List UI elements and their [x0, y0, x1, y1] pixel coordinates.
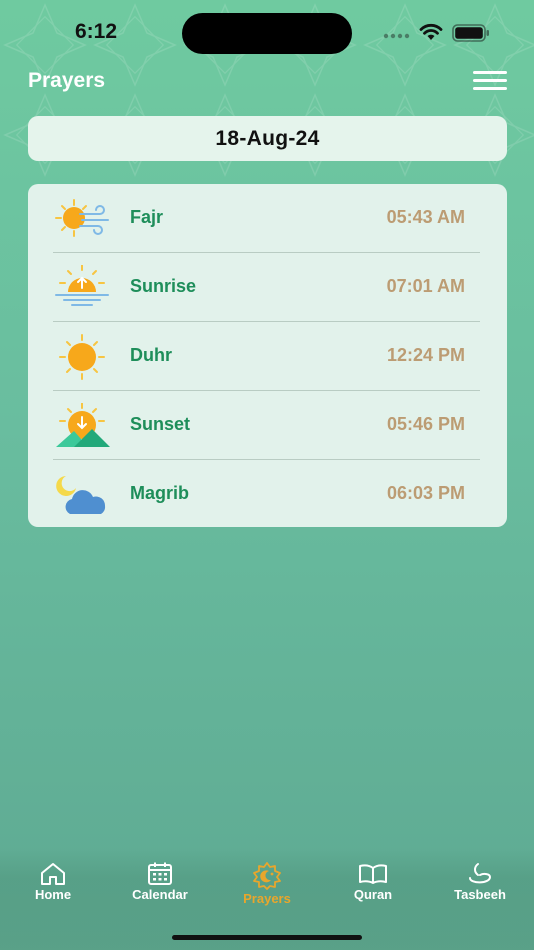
prayer-row-magrib: Magrib 06:03 PM	[28, 460, 507, 529]
tab-label: Calendar	[132, 887, 188, 902]
dynamic-island	[182, 13, 352, 54]
tab-calendar[interactable]: Calendar	[120, 862, 200, 902]
tab-label: Home	[34, 887, 72, 902]
home-indicator	[172, 935, 362, 940]
menu-line-icon	[473, 79, 507, 82]
sunrise-icon	[55, 265, 109, 306]
prayer-time: 12:24 PM	[386, 345, 465, 365]
prayer-name: Duhr	[130, 345, 172, 365]
date-text: 18-Aug-24	[215, 126, 320, 150]
prayer-time: 05:46 PM	[386, 414, 465, 434]
tab-label: Prayers	[243, 891, 291, 906]
prayer-name: Sunrise	[130, 276, 197, 296]
date-selector[interactable]: 18-Aug-24	[28, 116, 507, 161]
mosque-icon	[253, 862, 281, 890]
status-time: 6:12	[75, 20, 118, 43]
tab-label: Quran	[353, 887, 393, 902]
tasbeeh-icon	[469, 863, 492, 884]
page-title: Prayers	[28, 69, 106, 92]
prayer-time: 07:01 AM	[386, 276, 465, 296]
cellular-signal-icon	[383, 33, 410, 39]
sun-icon	[59, 334, 105, 380]
prayer-time: 05:43 AM	[386, 207, 465, 227]
wifi-icon	[419, 23, 443, 40]
prayer-row-sunset: Sunset 05:46 PM	[28, 391, 507, 460]
moon-cloud-icon	[56, 476, 106, 514]
menu-line-icon	[473, 71, 507, 74]
book-icon	[359, 864, 387, 884]
sunset-icon	[56, 403, 110, 447]
tab-tasbeeh[interactable]: Tasbeeh	[440, 862, 520, 902]
tab-home[interactable]: Home	[13, 862, 93, 902]
prayer-name: Sunset	[130, 414, 191, 434]
menu-button[interactable]	[473, 69, 507, 91]
menu-line-icon	[473, 87, 507, 90]
prayer-row-duhr: Duhr 12:24 PM	[28, 322, 507, 391]
home-icon	[41, 863, 65, 885]
header: Prayers	[0, 64, 534, 104]
prayer-name: Fajr	[130, 207, 164, 227]
prayer-times-card: Fajr 05:43 AM Sunrise 07:01 AM Duhr 12:2…	[28, 184, 507, 527]
prayer-time: 06:03 PM	[386, 483, 465, 503]
tab-prayers[interactable]: Prayers	[227, 862, 307, 906]
tab-label: Tasbeeh	[454, 887, 506, 902]
calendar-icon	[148, 862, 172, 885]
status-bar: 6:12	[0, 0, 534, 64]
prayer-name: Magrib	[130, 483, 190, 503]
prayer-row-fajr: Fajr 05:43 AM	[28, 184, 507, 253]
prayer-row-sunrise: Sunrise 07:01 AM	[28, 253, 507, 322]
tab-quran[interactable]: Quran	[333, 862, 413, 902]
battery-icon	[452, 24, 489, 42]
sun-wind-icon	[55, 199, 109, 237]
